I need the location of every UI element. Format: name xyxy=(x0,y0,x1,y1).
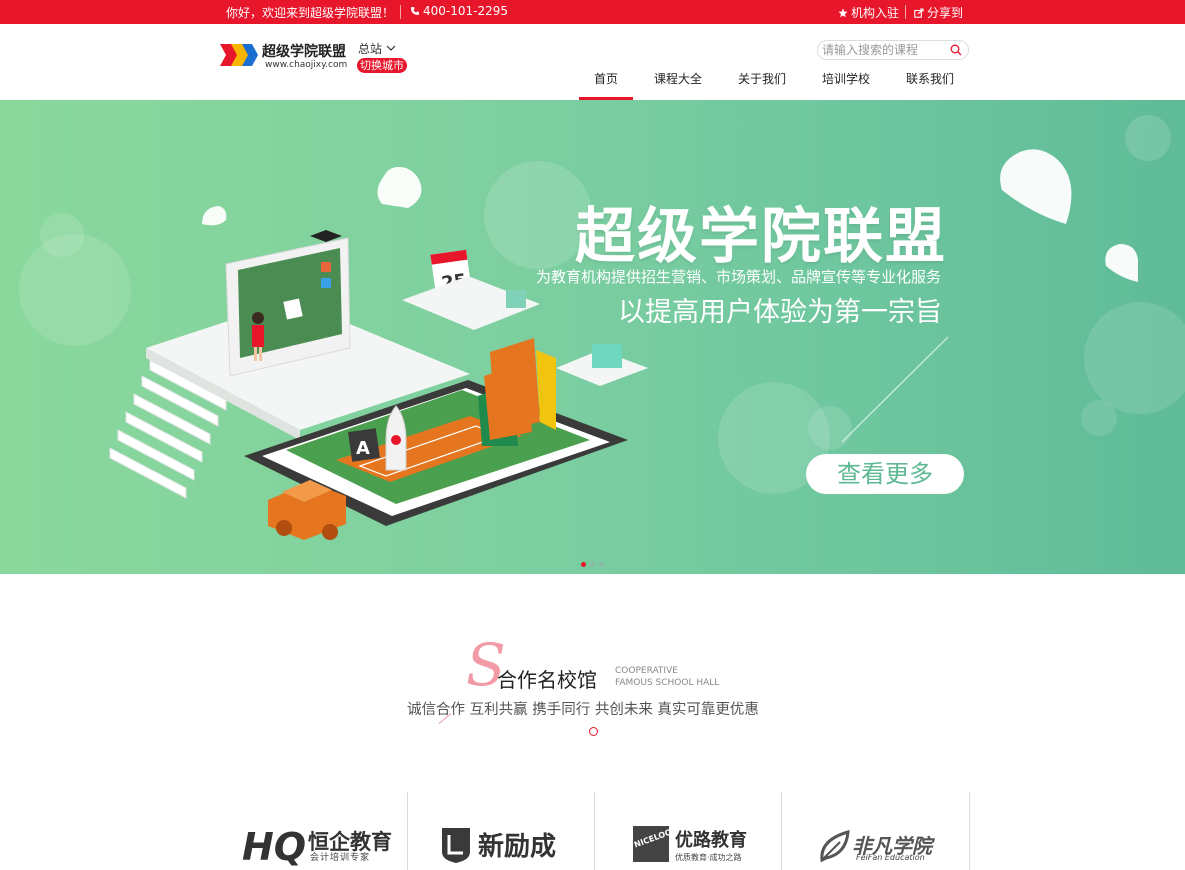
banner-title: 超级学院联盟 xyxy=(575,202,947,272)
partners-section-header: S 合作名校馆 COOPERATIVE FAMOUS SCHOOL HALL 诚… xyxy=(0,574,1185,774)
logo-name: 超级学院联盟 xyxy=(262,44,346,60)
share-label: 分享到 xyxy=(927,6,964,20)
phone-icon xyxy=(411,7,419,15)
site-header: 超级学院联盟 www.chaojixy.com 总站 切换城市 首页 课程大全 … xyxy=(0,24,1185,100)
partner-feifan[interactable]: 非凡学院 FeiFan Education xyxy=(782,792,970,870)
decor-circle xyxy=(589,727,598,736)
site-label: 总站 xyxy=(358,42,383,56)
view-more-button[interactable]: 查看更多 xyxy=(806,454,964,494)
top-divider xyxy=(400,5,401,19)
section-title: 合作名校馆 xyxy=(497,668,597,692)
section-en-title: COOPERATIVE xyxy=(615,666,678,676)
logo-mark xyxy=(220,44,258,66)
search-icon[interactable] xyxy=(950,44,962,56)
partner-logos: HQ 恒企教育 会计培训专家 新励成 NICELOO 优路教育 优质教育·成功之… xyxy=(220,792,970,870)
partner-name: 新励成 xyxy=(478,832,557,862)
logo-url: www.chaojixy.com xyxy=(265,60,348,70)
partner-slogan: FeiFan Education xyxy=(856,853,925,862)
partner-slogan: 会计培训专家 xyxy=(310,853,371,863)
search-input[interactable] xyxy=(822,42,947,58)
star-icon xyxy=(838,8,848,17)
banner-illustration: 25 A xyxy=(19,115,1185,540)
nav-courses[interactable]: 课程大全 xyxy=(654,70,702,100)
partner-divider xyxy=(969,792,970,870)
partner-name: 优路教育 xyxy=(675,830,747,851)
carousel-dot[interactable] xyxy=(590,562,595,567)
partner-xinlicheng[interactable]: 新励成 xyxy=(408,792,595,870)
carousel-dot[interactable] xyxy=(599,562,604,567)
hq-logo-mark: HQ xyxy=(242,825,306,866)
institution-join-link[interactable]: 机构入驻 xyxy=(838,4,899,21)
site-logo[interactable]: 超级学院联盟 www.chaojixy.com xyxy=(220,40,355,74)
section-en-subtitle: FAMOUS SCHOOL HALL xyxy=(615,678,720,688)
search-box xyxy=(817,40,969,60)
share-icon xyxy=(914,7,924,18)
site-selector[interactable]: 总站 xyxy=(358,40,396,57)
phone-number: 400-101-2295 xyxy=(423,4,509,18)
niceloo-logo-mark: NICELOO xyxy=(633,826,673,862)
carousel-dots xyxy=(581,562,604,567)
welcome-text: 你好，欢迎来到超级学院联盟！ xyxy=(226,6,395,20)
nav-contact[interactable]: 联系我们 xyxy=(906,70,954,100)
svg-text:HQ: HQ xyxy=(242,825,306,866)
carousel-dot[interactable] xyxy=(581,562,586,567)
banner-tagline: 以提高用户体验为第一宗旨 xyxy=(618,297,942,328)
nav-home[interactable]: 首页 xyxy=(578,70,634,100)
top-bar: 你好，欢迎来到超级学院联盟！ 400-101-2295 机构入驻 分享到 xyxy=(0,0,1185,24)
chevron-down-icon xyxy=(386,45,396,51)
partner-slogan: 优质教育·成功之路 xyxy=(675,853,742,862)
leaf-icon xyxy=(820,829,850,863)
join-label: 机构入驻 xyxy=(851,6,900,20)
banner-subtitle: 为教育机构提供招生营销、市场策划、品牌宣传等专业化服务 xyxy=(536,268,942,286)
partner-hengqi[interactable]: HQ 恒企教育 会计培训专家 xyxy=(220,792,408,870)
switch-city-button[interactable]: 切换城市 xyxy=(357,58,407,73)
shield-icon xyxy=(442,828,470,863)
hero-banner[interactable]: 25 A 超级学院联盟 为教育机构提供 xyxy=(0,100,1185,574)
top-divider xyxy=(905,5,906,19)
partner-youlu[interactable]: NICELOO 优路教育 优质教育·成功之路 xyxy=(595,792,782,870)
nav-schools[interactable]: 培训学校 xyxy=(822,70,870,100)
hotline: 400-101-2295 xyxy=(410,4,508,18)
svg-text:A: A xyxy=(356,438,370,459)
letter-block: A xyxy=(348,428,380,462)
nav-about[interactable]: 关于我们 xyxy=(738,70,786,100)
section-description: 诚信合作 互利共赢 携手同行 共创未来 真实可靠更优惠 xyxy=(407,702,759,718)
share-link[interactable]: 分享到 xyxy=(914,4,963,21)
